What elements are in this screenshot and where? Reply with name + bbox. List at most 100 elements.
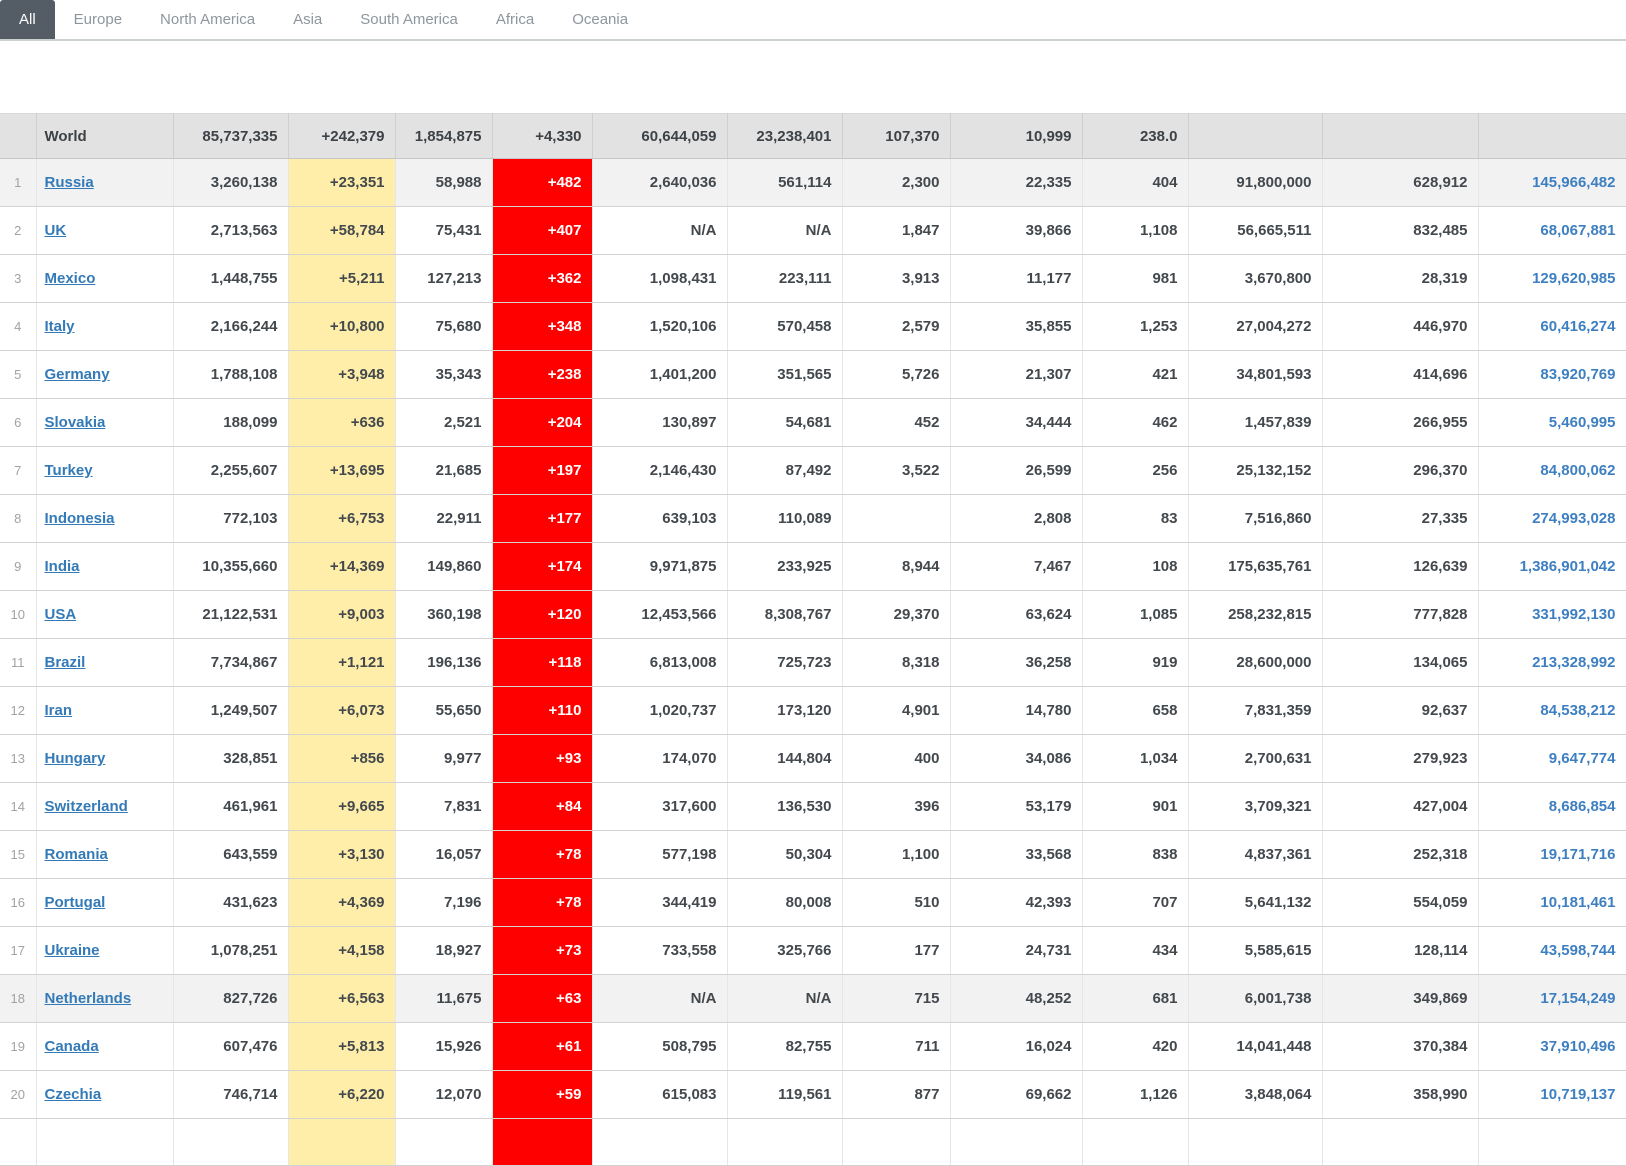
cell-cases-per-1m: 26,599 — [950, 446, 1083, 495]
cell-total-deaths: 360,198 — [395, 590, 493, 639]
cell-population-link[interactable]: 274,993,028 — [1532, 510, 1615, 527]
country-cell-link[interactable]: Turkey — [45, 462, 93, 479]
country-cell-link[interactable]: Ukraine — [45, 942, 100, 959]
cell-population-link[interactable]: 19,171,716 — [1540, 846, 1615, 863]
tab-europe[interactable]: Europe — [55, 0, 141, 39]
cell-tests-per-1m: 279,923 — [1322, 734, 1479, 783]
cell-total-tests: 91,800,000 — [1188, 158, 1323, 207]
tab-asia[interactable]: Asia — [274, 0, 341, 39]
cell-active-cases: 50,304 — [727, 830, 843, 879]
cell-deaths-per-1m: 434 — [1082, 926, 1189, 975]
cell-population-link[interactable]: 145,966,482 — [1532, 174, 1615, 191]
cell-population-link[interactable]: 10,719,137 — [1540, 1086, 1615, 1103]
cell-population-link[interactable]: 331,992,130 — [1532, 606, 1615, 623]
rank-cell: 4 — [0, 302, 37, 351]
country-cell-link[interactable]: Indonesia — [45, 510, 115, 527]
cell-population: 129,620,985 — [1478, 254, 1626, 303]
table-row: 10 USA 21,122,531 +9,003 360,198 +120 12,453,5… — [0, 590, 1626, 639]
cell-total-recovered: 174,070 — [592, 734, 728, 783]
country-cell-link[interactable]: Czechia — [45, 1086, 102, 1103]
cell-tests-per-1m: 427,004 — [1322, 782, 1479, 831]
country-cell-link[interactable]: Netherlands — [45, 990, 132, 1007]
cell-total-recovered: 1,020,737 — [592, 686, 728, 735]
cell-population-link[interactable]: 129,620,985 — [1532, 270, 1615, 287]
country-cell-link[interactable]: UK — [45, 222, 67, 239]
rank-cell: 20 — [0, 1070, 37, 1119]
cell-population-link[interactable]: 68,067,881 — [1540, 222, 1615, 239]
cell-population-link[interactable]: 213,328,992 — [1532, 654, 1615, 671]
cell-population — [1478, 1118, 1626, 1166]
cell-active-cases: 144,804 — [727, 734, 843, 783]
cell-active-cases: 87,492 — [727, 446, 843, 495]
cell-deaths-per-1m: 707 — [1082, 878, 1189, 927]
country-cell-link[interactable]: Hungary — [45, 750, 106, 767]
cell-population-link[interactable]: 84,538,212 — [1540, 702, 1615, 719]
cell-total-cases: 607,476 — [173, 1022, 289, 1071]
cell-cases-per-1m: 63,624 — [950, 590, 1083, 639]
table-row-partial — [0, 1118, 1626, 1166]
cell-total-cases: 328,851 — [173, 734, 289, 783]
country-cell-link[interactable]: Switzerland — [45, 798, 128, 815]
cell-deaths-per-1m: 901 — [1082, 782, 1189, 831]
world-deaths-per-1m: 238.0 — [1082, 113, 1189, 159]
table-row: 11 Brazil 7,734,867 +1,121 196,136 +118 6,813,… — [0, 638, 1626, 687]
country-cell-link[interactable]: Portugal — [45, 894, 106, 911]
country-cell-link[interactable]: Slovakia — [45, 414, 106, 431]
country-cell: Mexico — [36, 254, 174, 303]
country-cell-link[interactable]: India — [45, 558, 80, 575]
cell-total-tests: 3,848,064 — [1188, 1070, 1323, 1119]
cell-total-tests: 14,041,448 — [1188, 1022, 1323, 1071]
cell-population-link[interactable]: 83,920,769 — [1540, 366, 1615, 383]
cell-population-link[interactable]: 8,686,854 — [1549, 798, 1616, 815]
tab-oceania[interactable]: Oceania — [553, 0, 647, 39]
country-cell-link[interactable]: Mexico — [45, 270, 96, 287]
country-cell-link[interactable]: Iran — [45, 702, 73, 719]
country-cell-link[interactable]: Italy — [45, 318, 75, 335]
cell-population-link[interactable]: 10,181,461 — [1540, 894, 1615, 911]
cell-new-cases: +856 — [288, 734, 396, 783]
cell-active-cases: 351,565 — [727, 350, 843, 399]
country-cell-link[interactable]: Germany — [45, 366, 110, 383]
cell-total-deaths: 15,926 — [395, 1022, 493, 1071]
country-cell-link[interactable]: Canada — [45, 1038, 99, 1055]
cell-population-link[interactable]: 43,598,744 — [1540, 942, 1615, 959]
cell-tests-per-1m: 92,637 — [1322, 686, 1479, 735]
cell-population-link[interactable]: 9,647,774 — [1549, 750, 1616, 767]
cell-serious-critical: 877 — [842, 1070, 951, 1119]
cell-cases-per-1m: 34,086 — [950, 734, 1083, 783]
tab-all[interactable]: All — [0, 0, 55, 39]
cell-population: 5,460,995 — [1478, 398, 1626, 447]
cell-population: 10,181,461 — [1478, 878, 1626, 927]
cell-population-link[interactable]: 17,154,249 — [1540, 990, 1615, 1007]
cell-total-deaths — [395, 1118, 493, 1166]
country-cell-link[interactable]: USA — [45, 606, 77, 623]
cell-population-link[interactable]: 37,910,496 — [1540, 1038, 1615, 1055]
world-row: World 85,737,335 +242,379 1,854,875 +4,330 60… — [0, 113, 1626, 159]
country-cell-link[interactable]: Romania — [45, 846, 108, 863]
tab-africa[interactable]: Africa — [477, 0, 553, 39]
cell-population-link[interactable]: 60,416,274 — [1540, 318, 1615, 335]
cell-population-link[interactable]: 5,460,995 — [1549, 414, 1616, 431]
cell-population-link[interactable]: 1,386,901,042 — [1520, 558, 1616, 575]
rank-cell: 2 — [0, 206, 37, 255]
cell-total-recovered: 639,103 — [592, 494, 728, 543]
cell-population-link[interactable]: 84,800,062 — [1540, 462, 1615, 479]
cell-new-cases: +23,351 — [288, 158, 396, 207]
world-total-deaths: 1,854,875 — [395, 113, 493, 159]
tab-north-america[interactable]: North America — [141, 0, 274, 39]
table-row: 8 Indonesia 772,103 +6,753 22,911 +177 639,103… — [0, 494, 1626, 543]
cell-new-deaths: +362 — [492, 254, 593, 303]
table-row: 2 UK 2,713,563 +58,784 75,431 +407 N/A N/A 1,847… — [0, 206, 1626, 255]
cell-total-deaths: 7,831 — [395, 782, 493, 831]
region-tabbar: All Europe North America Asia South America A… — [0, 0, 1626, 41]
world-rank-cell — [0, 113, 37, 159]
cell-serious-critical: 396 — [842, 782, 951, 831]
rank-cell: 8 — [0, 494, 37, 543]
cell-new-cases: +5,813 — [288, 1022, 396, 1071]
tab-south-america[interactable]: South America — [341, 0, 477, 39]
country-cell-link[interactable]: Russia — [45, 174, 94, 191]
country-cell-link[interactable]: Brazil — [45, 654, 86, 671]
cell-serious-critical: 8,318 — [842, 638, 951, 687]
cell-total-cases: 461,961 — [173, 782, 289, 831]
rank-cell: 1 — [0, 158, 37, 207]
